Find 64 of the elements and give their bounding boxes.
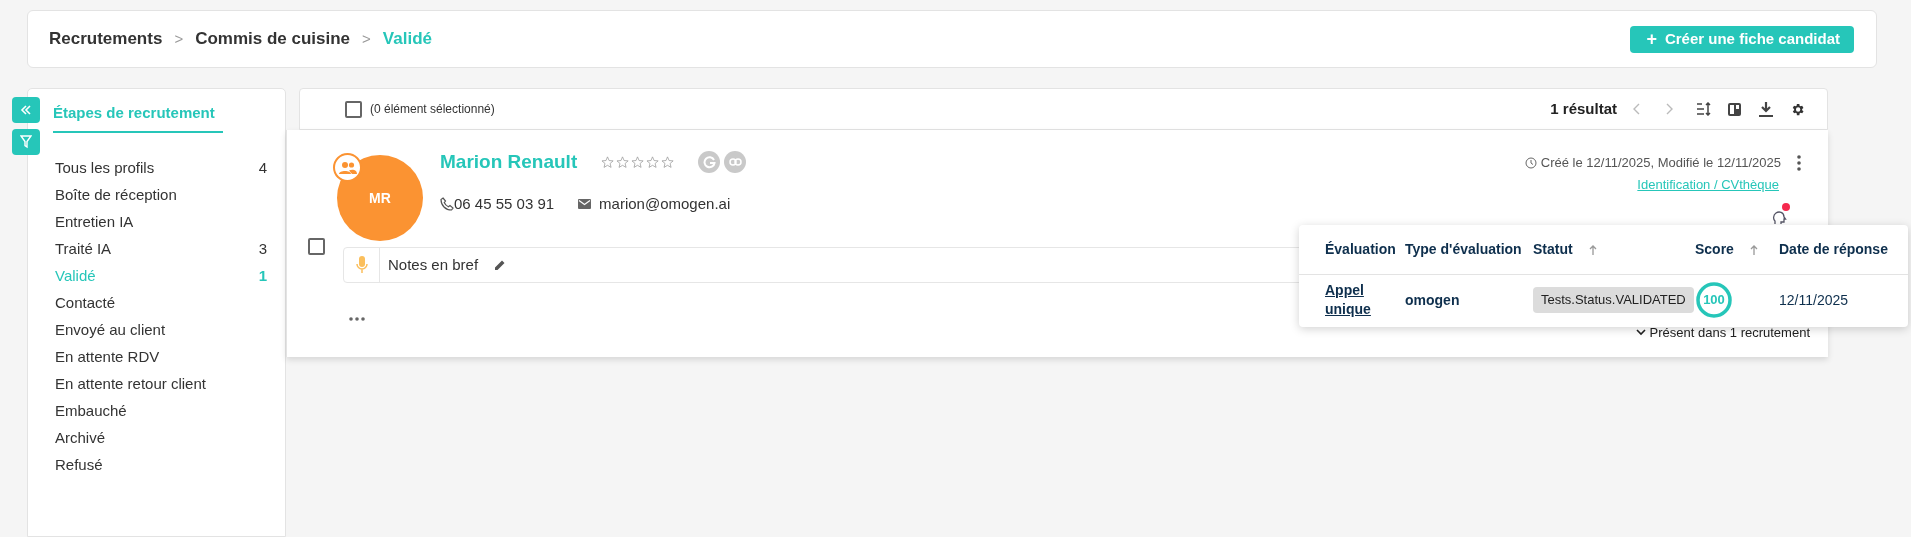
column-header: Évaluation [1325,240,1396,259]
selection-count: (0 élément sélectionné) [370,101,495,118]
previous-icon[interactable] [1633,103,1641,115]
notes-label: Notes en bref [388,254,479,275]
star-icon[interactable] [631,155,645,169]
download-icon[interactable] [1758,100,1774,118]
evaluation-link[interactable]: Appel unique [1325,281,1381,319]
sidebar-item[interactable]: Embauché [53,397,267,425]
candidate-avatar: MR [337,155,423,241]
sidebar-title: Étapes de recrutement [53,102,223,133]
table-cell-text: omogen [1405,290,1461,310]
sidebar-item[interactable]: En attente retour client [53,370,267,398]
link-icon[interactable] [724,151,747,174]
microphone-icon[interactable] [355,256,368,274]
sidebar-item[interactable]: Refusé [53,451,267,479]
settings-icon[interactable] [1790,101,1805,117]
breadcrumb-item[interactable]: Recrutements [49,26,163,52]
select-all-checkbox[interactable] [345,100,362,118]
star-icon[interactable] [661,155,675,169]
sidebar-item[interactable]: En attente RDV [53,343,267,371]
breadcrumb-item[interactable]: Commis de cuisine [195,26,351,52]
breadcrumb-item: Validé [382,28,432,51]
star-icon[interactable] [646,155,660,169]
columns-icon[interactable] [1727,101,1742,117]
next-icon[interactable] [1665,103,1673,115]
result-count: 1 résultat [1550,98,1617,119]
clock-icon [1524,156,1537,169]
sidebar-item[interactable]: Contacté [53,289,267,317]
collapse-icon[interactable] [12,97,40,123]
group-icon [333,153,362,182]
mail-icon [578,198,592,209]
column-header: Date de réponse [1779,240,1888,259]
recruitment-toggle[interactable]: Présent dans 1 recrutement [1635,323,1810,343]
star-icon[interactable] [601,155,615,169]
score-ring: 100 [1695,281,1733,319]
star-rating[interactable] [601,155,675,169]
star-icon[interactable] [616,155,630,169]
sidebar-item[interactable]: Boîte de réception [53,181,267,209]
column-header: Type d'évaluation [1405,240,1522,259]
table-cell-text: 12/11/2025 [1779,290,1850,310]
email-address: marion@omogen.ai [599,193,731,214]
column-header[interactable]: Score [1695,239,1734,260]
sidebar-item[interactable]: Tous les profils 4 [53,154,267,182]
sidebar-item[interactable]: Archivé [53,424,267,452]
candidate-checkbox[interactable] [308,238,325,255]
filter-icon[interactable] [12,129,40,155]
sidebar-item[interactable]: Traité IA 3 [53,235,267,263]
chevron-down-icon [1635,329,1646,337]
sort-icon[interactable] [1697,102,1711,116]
phone-icon [440,196,454,211]
google-icon[interactable] [698,151,721,174]
sidebar-item[interactable]: Entretien IA [53,208,267,236]
column-header[interactable]: Statut [1533,239,1573,260]
more-icon[interactable] [349,317,365,321]
kebab-menu-icon[interactable] [1797,154,1801,171]
sort-arrow-icon[interactable] [1749,244,1758,255]
breadcrumb-separator: > [174,28,184,49]
status-badge: Tests.Status.VALIDATED [1533,287,1694,313]
phone-number: 06 45 55 03 91 [454,193,555,214]
sort-arrow-icon[interactable] [1588,244,1597,255]
breadcrumb-separator: > [362,28,371,49]
sidebar-item[interactable]: Envoyé au client [53,316,267,344]
date-info: Créé le 12/11/2025, Modifié le 12/11/2025 [1540,154,1781,172]
edit-icon[interactable] [494,259,507,271]
